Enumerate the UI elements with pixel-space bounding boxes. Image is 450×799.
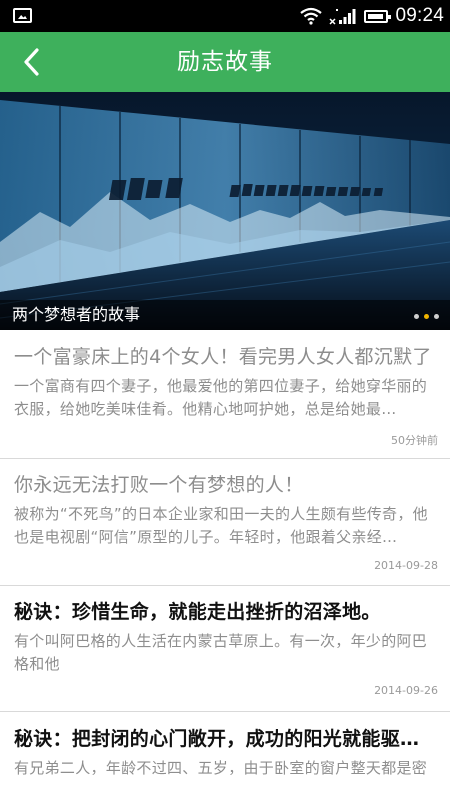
status-time: 09:24	[395, 5, 444, 26]
article-summary: 被称为“不死鸟”的日本企业家和田一夫的人生颇有些传奇，他也是电视剧“阿信”原型的…	[14, 505, 428, 546]
article-summary: 有兄弟二人，年龄不过四、五岁，由于卧室的窗户整天都是密	[14, 759, 428, 777]
article-timestamp: 2014-09-26	[374, 684, 438, 697]
article-list-item[interactable]: 秘诀：把封闭的心门敞开，成功的阳光就能驱… 有兄弟二人，年龄不过四、五岁，由于卧室…	[0, 712, 450, 799]
carousel-dot[interactable]	[414, 314, 419, 319]
carousel-indicator	[414, 314, 439, 319]
status-icons: 09:24	[300, 0, 444, 32]
article-title: 秘诀：把封闭的心门敞开，成功的阳光就能驱…	[14, 728, 420, 750]
banner-caption: 两个梦想者的故事	[12, 305, 141, 324]
carousel-dot[interactable]	[434, 314, 439, 319]
image-notification-icon	[13, 8, 32, 23]
status-bar: 09:24	[0, 0, 450, 32]
article-list-item[interactable]: 秘诀：珍惜生命，就能走出挫折的沼泽地。有个叫阿巴格的人生活在内蒙古草原上。有一次…	[0, 586, 450, 712]
app-bar: 励志故事	[0, 32, 450, 92]
article-summary: 一个富商有四个妻子，他最爱他的第四位妻子，给她穿华丽的衣服，给她吃美味佳肴。他精…	[14, 377, 428, 418]
article-list-item[interactable]: 一个富豪床上的4个女人！看完男人女人都沉默了一个富商有四个妻子，他最爱他的第四位…	[0, 330, 450, 459]
article-title: 一个富豪床上的4个女人！看完男人女人都沉默了	[14, 346, 432, 368]
carousel-dot[interactable]	[424, 314, 429, 319]
article-timestamp: 2014-09-28	[374, 559, 438, 572]
article-title: 你永远无法打败一个有梦想的人！	[14, 474, 304, 496]
battery-icon	[364, 9, 392, 23]
wifi-icon	[300, 7, 323, 25]
page-title: 励志故事	[177, 49, 273, 75]
article-timestamp: 50分钟前	[391, 434, 438, 447]
article-list-item[interactable]: 你永远无法打败一个有梦想的人！ 被称为“不死鸟”的日本企业家和田一夫的人生颇有些传…	[0, 459, 450, 586]
article-title: 秘诀：珍惜生命，就能走出挫折的沼泽地。	[14, 601, 381, 623]
article-list: 一个富豪床上的4个女人！看完男人女人都沉默了一个富商有四个妻子，他最爱他的第四位…	[0, 330, 450, 799]
banner-image	[0, 92, 450, 330]
article-summary: 有个叫阿巴格的人生活在内蒙古草原上。有一次，年少的阿巴格和他	[14, 632, 428, 673]
signal-icon	[329, 7, 357, 25]
banner-carousel[interactable]: 两个梦想者的故事	[0, 92, 450, 330]
